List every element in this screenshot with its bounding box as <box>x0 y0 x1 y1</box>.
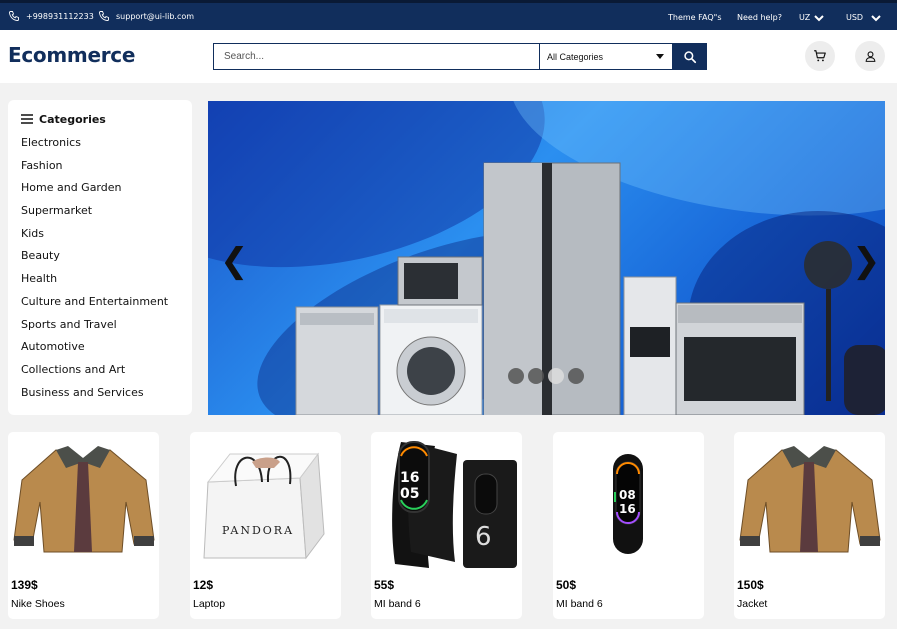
phone-icon <box>99 11 109 21</box>
product-name[interactable]: MI band 6 <box>374 598 421 610</box>
category-item[interactable]: Health <box>21 268 192 291</box>
category-item[interactable]: Supermarket <box>21 200 192 223</box>
chevron-down-icon <box>871 14 881 21</box>
jacket-image <box>13 446 155 553</box>
product-card[interactable]: 16 05 6 55$ MI band 6 <box>371 432 522 619</box>
category-item[interactable]: Electronics <box>21 132 192 155</box>
next-slide-button[interactable]: ❯ <box>852 241 881 281</box>
category-item[interactable]: Automotive <box>21 336 192 359</box>
currency-select[interactable]: USD <box>846 13 883 22</box>
search-icon <box>684 50 697 63</box>
band-time-bottom: 16 <box>619 502 636 516</box>
slide-dot[interactable] <box>508 368 524 384</box>
phone-contact[interactable]: +998931112233 <box>8 10 94 22</box>
category-item[interactable]: Sports and Travel <box>21 314 192 337</box>
product-price: 55$ <box>374 578 395 592</box>
band-minute: 05 <box>400 486 420 502</box>
search-input[interactable] <box>213 43 539 70</box>
category-item[interactable]: Culture and Entertainment <box>21 291 192 314</box>
categories-sidebar: Categories Electronics Fashion Home and … <box>8 100 192 415</box>
product-name[interactable]: Laptop <box>193 598 225 610</box>
box-number: 6 <box>475 522 492 552</box>
user-icon <box>865 50 875 62</box>
slide-dot[interactable] <box>528 368 544 384</box>
category-item[interactable]: Business and Services <box>21 382 192 405</box>
top-bar: +998931112233 support@ui-lib.com Theme F… <box>0 0 897 30</box>
category-item[interactable]: Beauty <box>21 245 192 268</box>
category-item[interactable]: Fashion <box>21 155 192 178</box>
header: Ecommerce All Categories <box>0 30 897 83</box>
search-bar: All Categories <box>213 43 707 70</box>
phone-number: +998931112233 <box>26 11 94 21</box>
caret-down-icon <box>656 54 664 59</box>
band-time-top: 08 <box>619 488 636 502</box>
support-email: support@ui-lib.com <box>116 11 195 21</box>
product-card[interactable]: 08 16 50$ MI band 6 <box>553 432 704 619</box>
category-item[interactable]: Kids <box>21 223 192 246</box>
currency-label: USD <box>846 13 864 22</box>
product-card[interactable]: 139$ Nike Shoes <box>8 432 159 619</box>
product-price: 139$ <box>11 578 38 592</box>
product-price: 12$ <box>193 578 214 592</box>
menu-icon <box>21 114 33 124</box>
category-select[interactable]: All Categories <box>539 43 673 70</box>
bag-brand-text: PANDORA <box>222 524 295 537</box>
categories-header[interactable]: Categories <box>21 110 192 128</box>
slide-dot-active[interactable] <box>548 368 564 384</box>
product-card[interactable]: PANDORA 12$ Laptop <box>190 432 341 619</box>
prev-slide-button[interactable]: ❮ <box>220 241 249 281</box>
search-button[interactable] <box>673 43 707 70</box>
theme-faq-label: Theme FAQ"s <box>668 13 722 22</box>
category-item[interactable]: Home and Garden <box>21 177 192 200</box>
product-price: 50$ <box>556 578 577 592</box>
slide-dot[interactable] <box>568 368 584 384</box>
chevron-down-icon <box>814 14 824 21</box>
product-name[interactable]: Nike Shoes <box>11 598 65 610</box>
hero-banner: ❮ ❯ <box>208 101 885 415</box>
email-contact[interactable]: support@ui-lib.com <box>98 10 194 22</box>
product-card[interactable]: 150$ Jacket <box>734 432 885 619</box>
category-select-value: All Categories <box>547 51 604 62</box>
phone-icon <box>9 11 19 21</box>
shopping-bag-image <box>203 452 325 560</box>
category-list: Electronics Fashion Home and Garden Supe… <box>21 132 192 404</box>
product-price: 150$ <box>737 578 764 592</box>
language-select[interactable]: UZ <box>799 13 824 22</box>
need-help-link[interactable]: Need help? <box>737 13 782 22</box>
categories-title: Categories <box>39 112 106 126</box>
account-button[interactable] <box>855 41 885 71</box>
slide-dots <box>508 368 584 384</box>
product-name[interactable]: MI band 6 <box>556 598 603 610</box>
language-label: UZ <box>799 13 811 22</box>
theme-faq-link[interactable]: Theme FAQ"s <box>668 13 721 22</box>
product-name[interactable]: Jacket <box>737 598 767 610</box>
jacket-image <box>739 446 881 553</box>
category-item[interactable]: Collections and Art <box>21 359 192 382</box>
cart-button[interactable] <box>805 41 835 71</box>
mi-band-box-image <box>392 441 517 568</box>
band-hour: 16 <box>400 470 420 486</box>
need-help-label: Need help? <box>737 13 782 22</box>
logo[interactable]: Ecommerce <box>8 43 135 67</box>
cart-icon <box>814 50 826 62</box>
